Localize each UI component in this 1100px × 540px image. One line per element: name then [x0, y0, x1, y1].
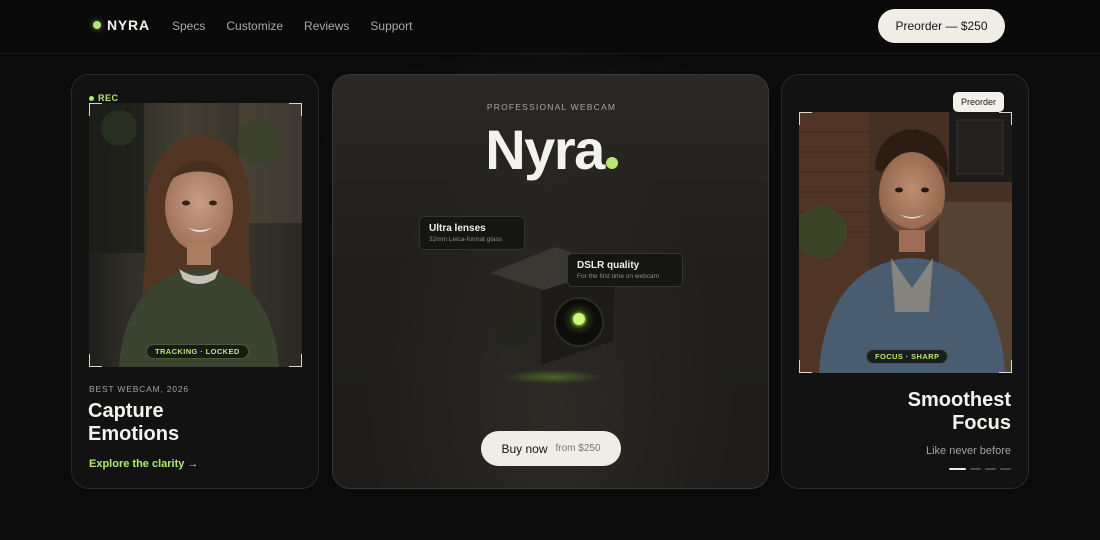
logo-dot-icon [93, 21, 101, 29]
frame-corner-bottom-right [999, 360, 1012, 373]
dslr-quality-subtitle: For the first time on webcam [577, 273, 659, 280]
award-eyebrow: BEST WEBCAM, 2026 [89, 384, 189, 394]
focus-subtitle: Like never before [926, 445, 1011, 457]
frame-corner-bottom-left [799, 360, 812, 373]
woman-portrait-illustration [89, 103, 302, 367]
logo[interactable]: NYRA [93, 17, 150, 33]
nav-link-reviews[interactable]: Reviews [304, 19, 349, 33]
man-portrait-illustration [799, 112, 1012, 373]
focus-card: Preorder FOCUS · SHARP Smoothest Focus L… [781, 74, 1029, 489]
carousel-dot-1[interactable] [949, 468, 966, 470]
ultra-lenses-subtitle: 32mm Leica-format glass [429, 236, 502, 243]
nav-link-specs[interactable]: Specs [172, 19, 205, 33]
preorder-badge[interactable]: Preorder [953, 92, 1005, 112]
frame-corner-top-left [89, 103, 102, 116]
focus-title: Smoothest Focus [908, 389, 1011, 435]
buy-now-price: from $250 [555, 443, 601, 454]
carousel-dot-3[interactable] [985, 468, 996, 470]
man-portrait-photo [799, 112, 1012, 373]
ultra-lenses-callout: Ultra lenses 32mm Leica-format glass [419, 216, 525, 250]
rec-dot-icon [89, 95, 94, 101]
woman-portrait-photo [89, 103, 302, 367]
frame-corner-top-left [799, 112, 812, 125]
top-nav: NYRA Specs Customize Reviews Support Pre… [0, 0, 1100, 54]
focus-title-line1: Smoothest [907, 389, 1011, 411]
buy-now-label: Buy now [501, 441, 548, 456]
hero-card: PROFESSIONAL WEBCAM Nyra Ultra lenses 32… [332, 74, 769, 489]
carousel-dot-4[interactable] [1000, 468, 1011, 470]
hero-brand-text: Nyra [485, 118, 605, 181]
rec-label: REC [98, 93, 119, 103]
nav-links: Specs Customize Reviews Support [172, 19, 412, 33]
nav-link-support[interactable]: Support [370, 19, 412, 33]
dslr-quality-callout: DSLR quality For the first time on webca… [567, 253, 683, 287]
frame-corner-bottom-left [89, 354, 102, 367]
capture-title-line1: Capture [88, 400, 164, 422]
logo-text: NYRA [107, 17, 150, 33]
hero-brand-title: Nyra [333, 117, 768, 182]
hero-eyebrow: PROFESSIONAL WEBCAM [486, 102, 617, 112]
focus-status-tag: FOCUS · SHARP [866, 349, 949, 364]
nav-link-customize[interactable]: Customize [226, 19, 283, 33]
carousel-pagination [949, 468, 1011, 470]
frame-corner-top-right [999, 112, 1012, 125]
frame-corner-bottom-right [289, 354, 302, 367]
tracking-status-tag: TRACKING · LOCKED [146, 344, 249, 359]
capture-title-line2: Emotions [88, 423, 180, 445]
carousel-dot-2[interactable] [970, 468, 981, 470]
dslr-quality-title: DSLR quality [577, 260, 640, 271]
capture-card: REC TRACKING · LOCKED BEST WEBCAM, 2026 … [71, 74, 319, 489]
buy-now-button[interactable]: Buy now from $250 [481, 431, 621, 466]
frame-corner-top-right [289, 103, 302, 116]
ultra-lenses-title: Ultra lenses [429, 223, 486, 234]
explore-clarity-link[interactable]: Explore the clarity → [89, 458, 198, 470]
focus-title-line2: Focus [952, 412, 1011, 434]
rec-indicator: REC [89, 93, 119, 103]
preorder-button[interactable]: Preorder — $250 [878, 9, 1005, 43]
capture-title: Capture Emotions [88, 400, 179, 446]
brand-dot-icon [605, 157, 618, 169]
